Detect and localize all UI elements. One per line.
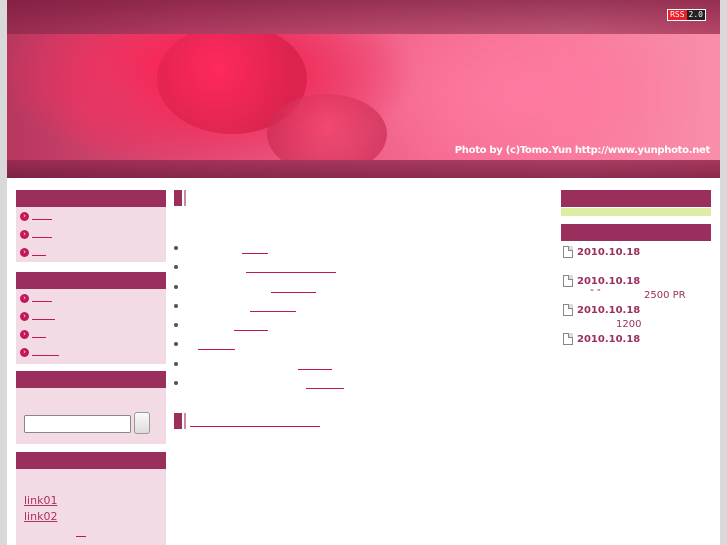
rss-feed-button[interactable]: RSS 2.0: [667, 9, 706, 21]
list-bullet: [174, 323, 178, 327]
sidebar-menu-item[interactable]: ›: [16, 325, 166, 343]
entry-date[interactable]: 2010.10.18: [577, 334, 640, 345]
menu-link[interactable]: [32, 348, 59, 356]
sidebar-box-header: [16, 272, 166, 289]
header-photo: Photo by (c)Tomo.Yun http://www.yunphoto…: [7, 34, 720, 160]
list-bullet: [174, 246, 178, 250]
page: Photo by (c)Tomo.Yun http://www.yunphoto…: [0, 0, 727, 545]
right-box-header: [561, 190, 711, 207]
list-link[interactable]: [246, 272, 336, 273]
site-header: Photo by (c)Tomo.Yun http://www.yunphoto…: [7, 0, 720, 178]
list-bullet: [174, 285, 178, 289]
document-icon: [563, 304, 573, 316]
document-icon: [563, 246, 573, 258]
sidebar-menu-box: › › › ›: [16, 272, 166, 364]
list-link[interactable]: [198, 349, 235, 350]
sidebar-menu-item[interactable]: ›: [16, 243, 166, 261]
entry-item[interactable]: 2010.10.18: [563, 333, 640, 345]
entry-note: “ ”: [590, 288, 601, 297]
list-bullet: [174, 304, 178, 308]
petal-shape: [267, 94, 387, 160]
link-01[interactable]: link01: [24, 494, 57, 507]
arrow-right-icon: ›: [20, 347, 29, 357]
list-link[interactable]: [234, 330, 268, 331]
link-02[interactable]: link02: [24, 510, 57, 523]
arrow-right-icon: ›: [20, 329, 29, 339]
small-link[interactable]: [76, 536, 86, 537]
sidebar-menu-item[interactable]: ›: [16, 289, 166, 307]
right-box-header: [561, 224, 711, 241]
search-button[interactable]: [134, 412, 150, 434]
entry-date[interactable]: 2010.10.18: [577, 247, 640, 258]
sidebar-menu-item[interactable]: ›: [16, 343, 166, 361]
list-bullet: [174, 342, 178, 346]
rss-label: RSS: [668, 10, 687, 20]
arrow-right-icon: ›: [20, 247, 29, 257]
search-box: [16, 371, 166, 444]
menu-link[interactable]: [32, 294, 52, 302]
menu-link[interactable]: [32, 330, 46, 338]
list-link[interactable]: [298, 369, 332, 370]
arrow-right-icon: ›: [20, 293, 29, 303]
list-link[interactable]: [242, 253, 268, 254]
entry-item[interactable]: 2010.10.18: [563, 275, 640, 287]
entry-item[interactable]: 2010.10.18: [563, 304, 640, 316]
sidebar-menu-box: › › ›: [16, 190, 166, 262]
section-marker: [174, 413, 186, 429]
left-rail: [0, 0, 7, 545]
document-icon: [563, 275, 573, 287]
list-link[interactable]: [306, 388, 344, 389]
header-bottombar: [7, 160, 720, 178]
list-link[interactable]: [271, 292, 316, 293]
list-bullet: [174, 265, 178, 269]
entry-date[interactable]: 2010.10.18: [577, 276, 640, 287]
list-bullet: [174, 381, 178, 385]
sidebar-box-header: [16, 190, 166, 207]
arrow-right-icon: ›: [20, 211, 29, 221]
document-icon: [563, 333, 573, 345]
section-marker: [174, 190, 186, 206]
list-link[interactable]: [250, 311, 296, 312]
arrow-right-icon: ›: [20, 229, 29, 239]
menu-link[interactable]: [32, 212, 52, 220]
rss-version: 2.0: [686, 10, 705, 20]
entry-note: 1200: [616, 319, 642, 330]
menu-link[interactable]: [32, 230, 52, 238]
header-topbar: RSS 2.0: [7, 0, 720, 34]
sidebar-menu-item[interactable]: ›: [16, 207, 166, 225]
section-title-link[interactable]: [190, 426, 320, 427]
photo-credit: Photo by (c)Tomo.Yun http://www.yunphoto…: [454, 145, 711, 156]
search-input[interactable]: [24, 415, 131, 433]
menu-link[interactable]: [32, 248, 46, 256]
list-bullet: [174, 362, 178, 366]
arrow-right-icon: ›: [20, 311, 29, 321]
sidebar-menu-item[interactable]: ›: [16, 225, 166, 243]
links-box: link01 link02: [16, 452, 166, 545]
right-green-strip: [561, 208, 711, 216]
sidebar-box-header: [16, 452, 166, 469]
menu-link[interactable]: [32, 312, 55, 320]
sidebar-box-header: [16, 371, 166, 388]
sidebar-menu-item[interactable]: ›: [16, 307, 166, 325]
right-rail: [720, 0, 727, 545]
entry-note: 2500 PR: [644, 290, 686, 301]
entry-date[interactable]: 2010.10.18: [577, 305, 640, 316]
entry-item[interactable]: 2010.10.18: [563, 246, 640, 258]
